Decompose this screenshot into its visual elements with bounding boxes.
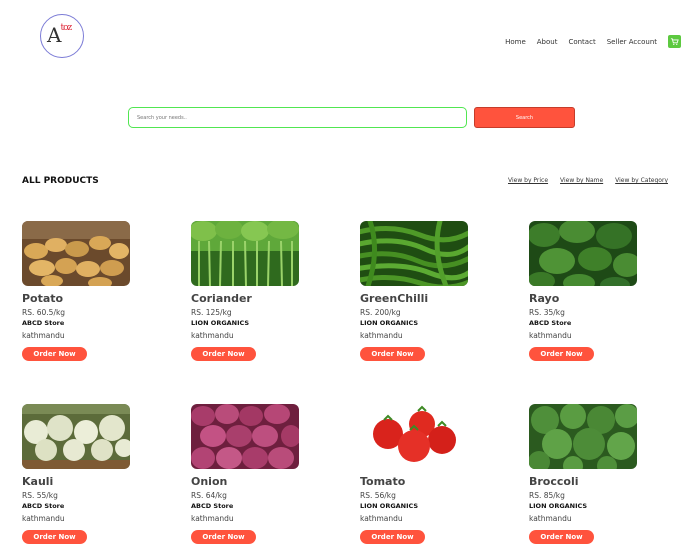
- product-card: Coriander RS. 125/kg LION ORGANICS kathm…: [191, 221, 311, 371]
- product-location: kathmandu: [360, 514, 403, 523]
- main-nav: Home About Contact Seller Account: [505, 35, 681, 48]
- view-by-category-link[interactable]: View by Category: [615, 177, 668, 184]
- product-store: LION ORGANICS: [529, 502, 588, 510]
- product-store: LION ORGANICS: [191, 319, 250, 327]
- order-now-button[interactable]: Order Now: [360, 347, 425, 361]
- view-by-price-link[interactable]: View by Price: [508, 177, 548, 184]
- product-card: Onion RS. 64/kg ABCD Store kathmandu Ord…: [191, 404, 311, 554]
- product-name: Rayo: [529, 292, 560, 305]
- product-price: RS. 125/kg: [191, 308, 232, 317]
- product-card: Rayo RS. 35/kg ABCD Store kathmandu Orde…: [529, 221, 649, 371]
- product-image-greenchilli[interactable]: [360, 221, 468, 286]
- order-now-button[interactable]: Order Now: [529, 347, 594, 361]
- product-store: ABCD Store: [22, 502, 65, 510]
- product-store: ABCD Store: [22, 319, 65, 327]
- search-input[interactable]: [128, 107, 467, 128]
- product-price: RS. 35/kg: [529, 308, 565, 317]
- product-name: Kauli: [22, 475, 54, 488]
- product-name: Potato: [22, 292, 64, 305]
- order-now-button[interactable]: Order Now: [360, 530, 425, 544]
- nav-home[interactable]: Home: [505, 38, 526, 46]
- product-store: ABCD Store: [529, 319, 572, 327]
- product-name: Coriander: [191, 292, 252, 305]
- product-image-kauli[interactable]: [22, 404, 130, 469]
- product-name: Tomato: [360, 475, 406, 488]
- product-image-broccoli[interactable]: [529, 404, 637, 469]
- product-image-onion[interactable]: [191, 404, 299, 469]
- product-card: Broccoli RS. 85/kg LION ORGANICS kathman…: [529, 404, 649, 554]
- view-links: View by Price View by Name View by Categ…: [508, 177, 668, 184]
- product-price: RS. 64/kg: [191, 491, 227, 500]
- order-now-button[interactable]: Order Now: [191, 347, 256, 361]
- product-location: kathmandu: [360, 331, 403, 340]
- section-title: ALL PRODUCTS: [22, 176, 99, 186]
- product-store: ABCD Store: [191, 502, 234, 510]
- product-location: kathmandu: [22, 514, 65, 523]
- product-name: Onion: [191, 475, 228, 488]
- product-price: RS. 56/kg: [360, 491, 396, 500]
- product-name: Broccoli: [529, 475, 579, 488]
- order-now-button[interactable]: Order Now: [529, 530, 594, 544]
- product-card: Kauli RS. 55/kg ABCD Store kathmandu Ord…: [22, 404, 142, 554]
- product-location: kathmandu: [529, 514, 572, 523]
- logo-text: Atoz: [47, 23, 72, 47]
- product-location: kathmandu: [191, 331, 234, 340]
- product-price: RS. 60.5/kg: [22, 308, 66, 317]
- product-card: GreenChilli RS. 200/kg LION ORGANICS kat…: [360, 221, 480, 371]
- product-card: Potato RS. 60.5/kg ABCD Store kathmandu …: [22, 221, 142, 371]
- search-button[interactable]: Search: [474, 107, 575, 128]
- nav-about[interactable]: About: [537, 38, 558, 46]
- product-location: kathmandu: [529, 331, 572, 340]
- product-store: LION ORGANICS: [360, 319, 419, 327]
- logo[interactable]: Atoz: [40, 14, 84, 58]
- product-price: RS. 85/kg: [529, 491, 565, 500]
- product-price: RS. 200/kg: [360, 308, 401, 317]
- product-card: Tomato RS. 56/kg LION ORGANICS kathmandu…: [360, 404, 480, 554]
- nav-seller-account[interactable]: Seller Account: [607, 38, 657, 46]
- product-image-coriander[interactable]: [191, 221, 299, 286]
- cart-icon-glyph: [670, 38, 679, 46]
- order-now-button[interactable]: Order Now: [191, 530, 256, 544]
- view-by-name-link[interactable]: View by Name: [560, 177, 603, 184]
- product-name: GreenChilli: [360, 292, 429, 305]
- order-now-button[interactable]: Order Now: [22, 530, 87, 544]
- product-price: RS. 55/kg: [22, 491, 58, 500]
- product-location: kathmandu: [22, 331, 65, 340]
- product-image-tomato[interactable]: [360, 404, 468, 469]
- product-image-rayo[interactable]: [529, 221, 637, 286]
- product-location: kathmandu: [191, 514, 234, 523]
- order-now-button[interactable]: Order Now: [22, 347, 87, 361]
- nav-contact[interactable]: Contact: [568, 38, 595, 46]
- product-store: LION ORGANICS: [360, 502, 419, 510]
- product-image-potato[interactable]: [22, 221, 130, 286]
- cart-icon[interactable]: [668, 35, 681, 48]
